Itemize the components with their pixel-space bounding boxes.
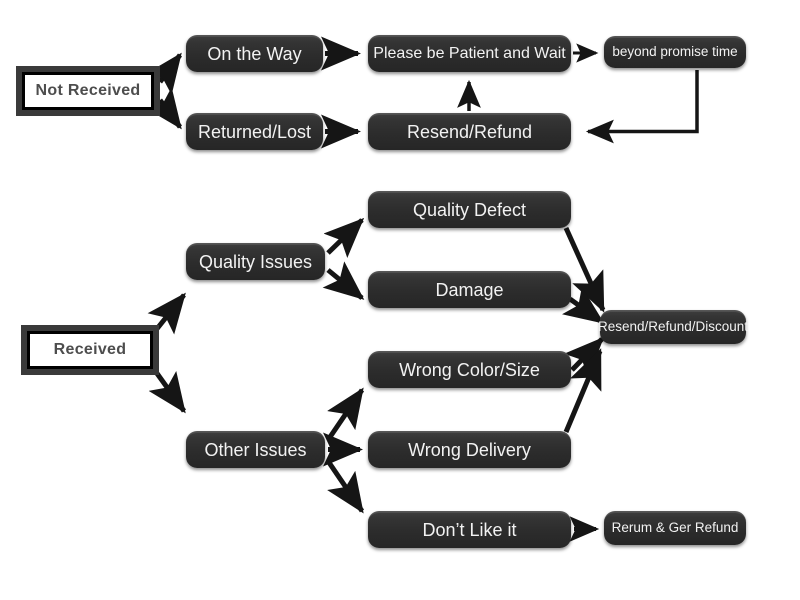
node-label-wrong_color: Wrong Color/Size <box>399 359 540 380</box>
edge-beyond-promise-to-resend-refund <box>585 70 699 144</box>
node-label-quality_issues: Quality Issues <box>198 251 313 272</box>
node-label-beyond_promise: beyond promise time <box>612 44 738 60</box>
edge-received-to-other-issues <box>148 370 187 414</box>
node-not_received[interactable]: Not Received <box>16 66 160 116</box>
node-beyond_promise[interactable]: beyond promise time <box>604 36 746 68</box>
edge-quality-issues-to-quality-defect <box>323 217 365 258</box>
node-quality_issues[interactable]: Quality Issues <box>186 243 325 280</box>
node-returned_lost[interactable]: Returned/Lost <box>186 113 323 150</box>
node-label-not_received: Not Received <box>35 82 141 99</box>
node-label-damage: Damage <box>435 279 504 300</box>
node-label-received: Received <box>53 341 127 358</box>
node-other_issues[interactable]: Other Issues <box>186 431 325 468</box>
node-resend_refund[interactable]: Resend/Refund <box>368 113 571 150</box>
edge-not-received-to-returned-lost <box>144 87 183 130</box>
edge-received-to-quality-issues <box>147 292 186 335</box>
edge-quality-defect-to-resend-discount <box>563 226 606 313</box>
node-label-quality_defect: Quality Defect <box>412 199 527 220</box>
node-return_get[interactable]: Rerum & Ger Refund <box>604 511 746 545</box>
edge-other-issues-to-dont-like <box>325 459 365 514</box>
node-be_patient[interactable]: Please be Patient and Wait <box>368 35 571 72</box>
node-wrong_delivery[interactable]: Wrong Delivery <box>368 431 571 468</box>
edge-wrong-color-to-resend-discount <box>564 336 605 378</box>
node-wrong_color[interactable]: Wrong Color/Size <box>368 351 571 388</box>
node-label-other_issues: Other Issues <box>204 439 307 460</box>
node-label-returned_lost: Returned/Lost <box>197 121 312 142</box>
node-damage[interactable]: Damage <box>368 271 571 308</box>
node-resend_disc[interactable]: Resend/Refund/Discount <box>598 310 748 344</box>
node-label-on_the_way: On the Way <box>207 43 302 64</box>
node-on_the_way[interactable]: On the Way <box>186 35 323 72</box>
edge-wrong-delivery-to-resend-discount <box>563 348 603 433</box>
node-label-return_get: Rerum & Ger Refund <box>611 520 739 536</box>
node-label-resend_refund: Resend/Refund <box>406 121 533 142</box>
node-label-be_patient: Please be Patient and Wait <box>373 44 566 62</box>
node-label-dont_like: Don’t Like it <box>422 519 517 540</box>
flowchart-canvas: Not Received On the Way Returned/Lost Pleas… <box>0 0 800 600</box>
edge-other-issues-to-wrong-color <box>325 387 365 442</box>
edge-not-received-to-on-the-way <box>144 52 183 95</box>
node-dont_like[interactable]: Don’t Like it <box>368 511 571 548</box>
node-received[interactable]: Received <box>21 325 159 375</box>
edge-quality-issues-to-damage <box>322 261 365 300</box>
node-quality_defect[interactable]: Quality Defect <box>368 191 571 228</box>
node-label-wrong_delivery: Wrong Delivery <box>408 439 531 460</box>
node-label-resend_disc: Resend/Refund/Discount <box>597 319 749 335</box>
